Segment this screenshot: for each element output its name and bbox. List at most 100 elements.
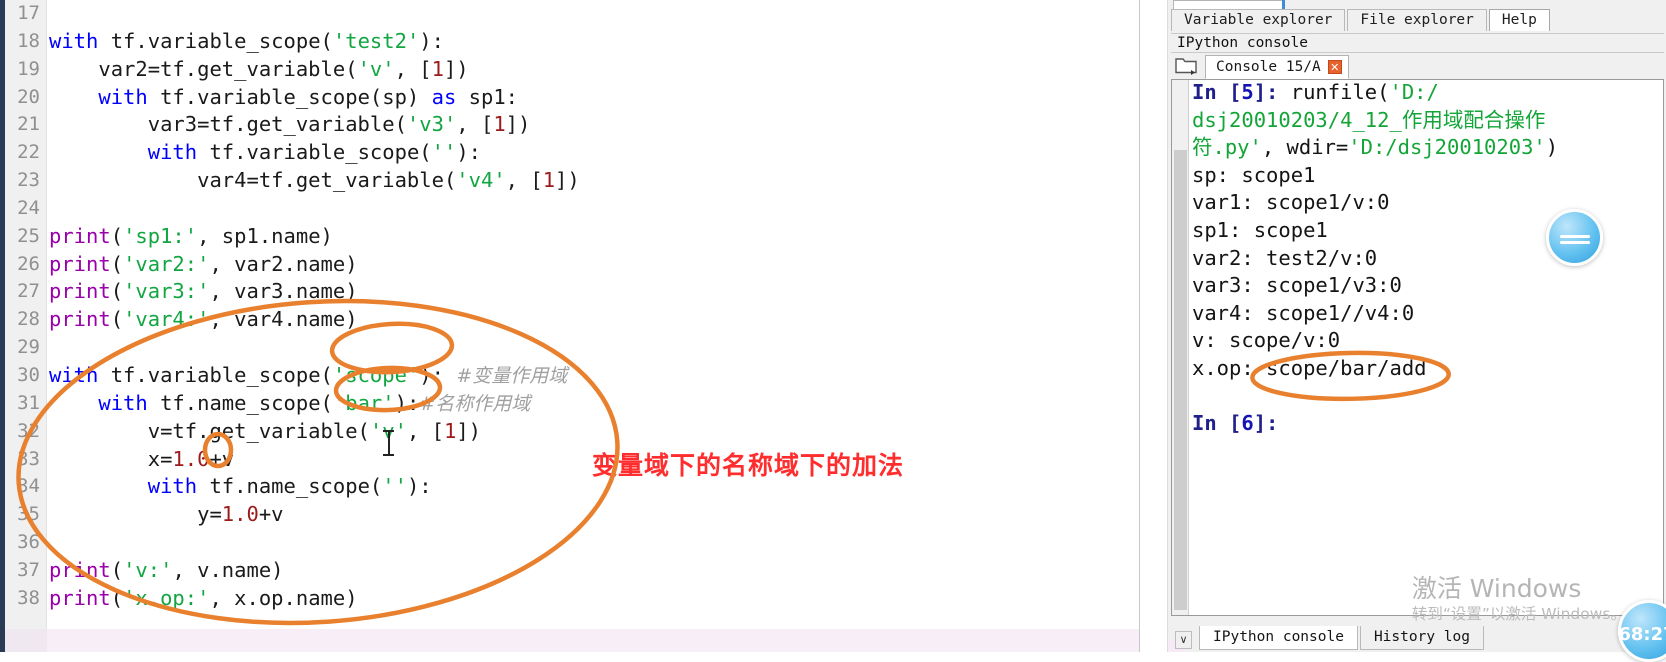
code-token: 1.0 bbox=[221, 502, 259, 527]
console-panel-title: IPython console bbox=[1171, 33, 1664, 53]
code-line[interactable]: 22 with tf.variable_scope(''): bbox=[17, 139, 1139, 167]
code-line-text: with tf.variable_scope('scope'): #变量作用域 bbox=[47, 363, 567, 387]
pane-tabs: Variable explorer File explorer Help bbox=[1171, 9, 1552, 31]
code-line[interactable]: 25 print('sp1:', sp1.name) bbox=[17, 223, 1139, 251]
tab-file-explorer[interactable]: File explorer bbox=[1347, 9, 1487, 31]
line-number: 38 bbox=[17, 586, 40, 609]
console-output-line: dsj20010203/4_12_作用域配合操作 bbox=[1192, 107, 1663, 135]
code-token: with bbox=[98, 390, 161, 415]
console-token: sp1: scope1 bbox=[1192, 217, 1328, 242]
code-token: tf.variable_scope(sp) bbox=[160, 84, 432, 109]
code-line[interactable]: 37 print('v:', v.name) bbox=[17, 557, 1139, 585]
line-number: 25 bbox=[17, 224, 40, 247]
code-token: , [ bbox=[406, 418, 444, 443]
code-token: ): bbox=[456, 140, 482, 165]
line-number: 35 bbox=[17, 503, 40, 526]
code-line-text: print('var2:', var2.name) bbox=[47, 252, 358, 276]
console-tab[interactable]: Console 15/A ✕ bbox=[1205, 55, 1349, 79]
console-token: 'D:/ bbox=[1389, 80, 1439, 104]
code-token: #名称作用域 bbox=[419, 392, 531, 415]
line-number: 26 bbox=[17, 252, 40, 275]
code-line-text: x=1.0+v bbox=[47, 447, 234, 471]
code-line[interactable]: 35 y=1.0+v bbox=[17, 501, 1139, 529]
console-scrollbar-thumb[interactable] bbox=[1174, 150, 1187, 610]
code-line[interactable]: 24 bbox=[17, 195, 1139, 223]
code-token: tf.name_scope( bbox=[209, 474, 383, 499]
code-token: var3=tf.get_variable( bbox=[49, 112, 407, 137]
code-line-text: var2=tf.get_variable('v', [1]) bbox=[47, 56, 468, 81]
line-number: 36 bbox=[17, 531, 40, 554]
recorder-timer-bubble[interactable]: 68:27 bbox=[1618, 600, 1666, 662]
code-token: x= bbox=[49, 446, 173, 471]
code-line[interactable]: 29 bbox=[17, 334, 1139, 362]
console-token: 符.py' bbox=[1192, 135, 1262, 160]
console-scrollbar[interactable] bbox=[1172, 80, 1189, 615]
code-token: , sp1.name) bbox=[197, 223, 333, 248]
code-line[interactable]: 36 bbox=[17, 529, 1139, 557]
line-number: 30 bbox=[17, 363, 40, 386]
code-token: 'bar' bbox=[332, 390, 395, 415]
code-token: '' bbox=[382, 474, 407, 499]
top-tab-bar: Variable explorer File explorer Help bbox=[1169, 0, 1666, 31]
code-token: with bbox=[147, 140, 210, 165]
code-token: y= bbox=[49, 502, 222, 527]
console-token: runfile( bbox=[1290, 80, 1390, 104]
line-number: 24 bbox=[17, 196, 40, 219]
code-token: 'sp1:' bbox=[123, 223, 198, 248]
code-line[interactable]: 32 v=tf.get_variable('v', [1]) bbox=[17, 418, 1139, 446]
recorder-menu-icon bbox=[1559, 232, 1590, 244]
console-output-line: v: scope/v:0 bbox=[1192, 327, 1663, 355]
code-line-text: y=1.0+v bbox=[47, 502, 283, 527]
code-token: tf.name_scope( bbox=[160, 390, 333, 415]
code-line[interactable]: 17 bbox=[17, 0, 1139, 28]
code-token: v=tf.get_variable( bbox=[49, 418, 370, 443]
line-number: 17 bbox=[17, 2, 40, 24]
tab-history-log[interactable]: History log bbox=[1359, 626, 1484, 650]
line-number: 22 bbox=[17, 141, 40, 164]
folder-icon[interactable] bbox=[1175, 57, 1197, 75]
code-token: ]) bbox=[456, 418, 481, 443]
code-token: , var3.name) bbox=[209, 279, 358, 304]
line-number: 32 bbox=[17, 419, 40, 442]
tab-ipython-console[interactable]: IPython console bbox=[1199, 626, 1358, 650]
chevron-down-icon[interactable]: ∨ bbox=[1175, 631, 1192, 649]
console-output-container[interactable]: In [5]: runfile('D:/dsj20010203/4_12_作用域… bbox=[1171, 79, 1664, 616]
tab-variable-explorer[interactable]: Variable explorer bbox=[1171, 9, 1346, 31]
code-line[interactable]: 19 var2=tf.get_variable('v', [1]) bbox=[17, 56, 1139, 84]
line-number: 34 bbox=[17, 475, 40, 498]
code-token: sp1: bbox=[468, 84, 519, 109]
code-token: '' bbox=[431, 140, 457, 165]
code-line[interactable]: 21 var3=tf.get_variable('v3', [1]) bbox=[17, 111, 1139, 139]
code-token: +v bbox=[209, 446, 235, 471]
code-text-area[interactable]: 17 18 with tf.variable_scope('test2'): 19 v… bbox=[17, 0, 1139, 652]
code-line-text: with tf.variable_scope(sp) as sp1: bbox=[47, 85, 518, 109]
recorder-bubble-icon[interactable] bbox=[1546, 209, 1603, 266]
code-line[interactable]: 27 print('var3:', var3.name) bbox=[17, 278, 1139, 306]
code-line[interactable]: 38 print('x.op:', x.op.name) bbox=[17, 585, 1139, 613]
console-pane[interactable]: Variable explorer File explorer Help IPy… bbox=[1140, 0, 1666, 662]
code-token: var4=tf.get_variable( bbox=[49, 168, 457, 193]
code-token: print bbox=[49, 279, 111, 304]
code-line[interactable]: 26 print('var2:', var2.name) bbox=[17, 251, 1139, 279]
code-line[interactable]: 28 print('var4:', var4.name) bbox=[17, 306, 1139, 334]
code-token: 'v3' bbox=[406, 112, 457, 137]
code-line[interactable]: 18 with tf.variable_scope('test2'): bbox=[17, 28, 1139, 56]
code-token: , v.name) bbox=[172, 557, 284, 582]
code-line[interactable]: 30 with tf.variable_scope('scope'): #变量作用… bbox=[17, 362, 1139, 390]
code-line[interactable]: 31 with tf.name_scope('bar'):#名称作用域 bbox=[17, 390, 1139, 418]
code-token: print bbox=[49, 585, 111, 610]
console-output-line: var1: scope1/v:0 bbox=[1192, 189, 1663, 217]
code-token: with bbox=[98, 84, 161, 109]
line-number: 33 bbox=[17, 447, 40, 470]
close-icon[interactable]: ✕ bbox=[1327, 60, 1342, 74]
code-editor-pane[interactable]: 17 18 with tf.variable_scope('test2'): 19 v… bbox=[0, 0, 1140, 652]
code-line[interactable]: 23 var4=tf.get_variable('v4', [1]) bbox=[17, 167, 1139, 195]
tab-help[interactable]: Help bbox=[1488, 9, 1550, 31]
code-token: , [ bbox=[394, 56, 432, 81]
code-line[interactable]: 20 with tf.variable_scope(sp) as sp1: bbox=[17, 84, 1139, 112]
